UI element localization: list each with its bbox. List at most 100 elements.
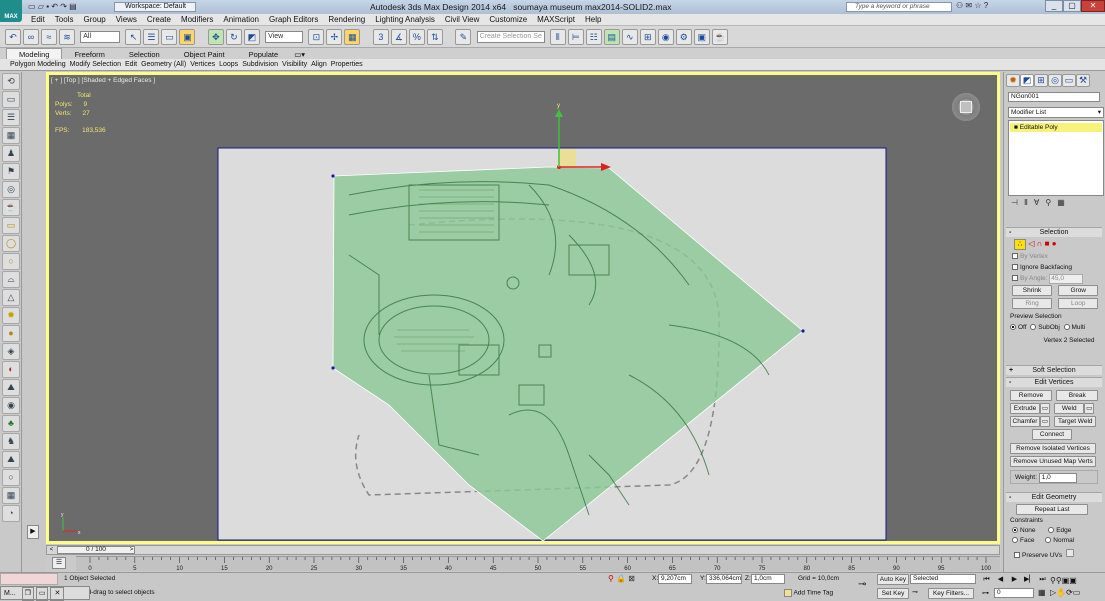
render-production-icon[interactable]: ☕ bbox=[711, 29, 728, 45]
capsule-icon[interactable]: ◐ bbox=[2, 361, 20, 378]
remove-isolated-vertices-button[interactable]: Remove Isolated Vertices bbox=[1010, 443, 1096, 454]
track-bar-menu-icon[interactable]: ☰ bbox=[52, 557, 66, 569]
unlink-icon[interactable]: ≈ bbox=[41, 29, 57, 45]
display-tab-icon[interactable]: ▭ bbox=[1062, 74, 1076, 87]
panel-subdivision[interactable]: Subdivision bbox=[240, 59, 280, 71]
vertex-level-icon[interactable]: ∴ bbox=[1014, 239, 1026, 250]
modifier-list-dropdown[interactable]: Modifier List ▾ bbox=[1008, 107, 1104, 118]
set-key-button[interactable]: Set Key bbox=[877, 588, 909, 599]
panel-visibility[interactable]: Visibility bbox=[280, 59, 309, 71]
panel-vertices[interactable]: Vertices bbox=[188, 59, 217, 71]
time-slider[interactable]: < 0 / 100 > bbox=[46, 545, 1000, 555]
extrude-settings-button[interactable]: ▭ bbox=[1040, 403, 1050, 414]
remove-unused-map-verts-button[interactable]: Remove Unused Map Verts bbox=[1010, 456, 1096, 467]
terrain-icon[interactable]: ⛰ bbox=[2, 451, 20, 468]
teapot-icon[interactable]: ☕ bbox=[2, 199, 20, 216]
grid-icon[interactable]: ▦ bbox=[2, 487, 20, 504]
edit-named-selection-icon[interactable]: ✎ bbox=[455, 29, 472, 45]
weight-spinner[interactable]: 1,0 bbox=[1038, 473, 1077, 483]
cycle-icon[interactable]: ◔ bbox=[2, 505, 20, 522]
current-frame-field[interactable]: 0 bbox=[994, 588, 1034, 598]
by-angle-spinner[interactable]: 45,0 bbox=[1049, 274, 1084, 284]
extrude-button[interactable]: Extrude bbox=[1010, 403, 1040, 414]
modify-tab-icon[interactable]: ◩ bbox=[1020, 74, 1034, 87]
cone-icon[interactable]: △ bbox=[2, 289, 20, 306]
motion-tab-icon[interactable]: ◎ bbox=[1048, 74, 1062, 87]
torus-icon[interactable]: ○ bbox=[2, 253, 20, 270]
constraint-none-radio[interactable]: None bbox=[1012, 527, 1036, 534]
go-to-start-button[interactable]: ⏮ bbox=[982, 575, 991, 584]
walk-icon[interactable]: ⚑ bbox=[2, 163, 20, 180]
menu-animation[interactable]: Animation bbox=[218, 14, 264, 26]
weld-button[interactable]: Weld bbox=[1054, 403, 1085, 414]
select-manipulate-icon[interactable]: ✢ bbox=[326, 29, 343, 45]
menu-civil-view[interactable]: Civil View bbox=[440, 14, 485, 26]
selection-lock-icon[interactable]: 🔒 bbox=[616, 574, 626, 583]
ignore-backfacing-checkbox[interactable]: Ignore Backfacing bbox=[1004, 262, 1104, 273]
tube-icon[interactable]: ⌓ bbox=[2, 271, 20, 288]
sphere-icon[interactable]: ● bbox=[2, 325, 20, 342]
connect-button[interactable]: Connect bbox=[1032, 429, 1072, 440]
panel-loops[interactable]: Loops bbox=[217, 59, 240, 71]
chamfer-settings-button[interactable]: ▭ bbox=[1040, 416, 1050, 427]
key-mode-dropdown[interactable]: Selected bbox=[910, 574, 976, 584]
box-icon[interactable]: ▭ bbox=[2, 217, 20, 234]
bind-spacewarp-icon[interactable]: ≋ bbox=[59, 29, 75, 45]
panel-align[interactable]: Align bbox=[309, 59, 329, 71]
toolbar-expand-button[interactable]: ▶ bbox=[27, 525, 39, 539]
hierarchy-tab-icon[interactable]: ⊞ bbox=[1034, 74, 1048, 87]
communication-icon[interactable]: ✉ bbox=[965, 1, 972, 10]
menu-views[interactable]: Views bbox=[111, 14, 142, 26]
restore-button[interactable]: ▢ bbox=[1063, 0, 1081, 12]
x-coordinate-field[interactable]: 9,207cm bbox=[658, 574, 692, 584]
by-vertex-checkbox[interactable]: By Vertex bbox=[1004, 251, 1104, 262]
select-object-icon[interactable]: ↖ bbox=[125, 29, 142, 45]
material-editor-icon[interactable]: ◉ bbox=[657, 29, 674, 45]
select-scale-icon[interactable]: ◩ bbox=[243, 29, 260, 45]
angle-snap-icon[interactable]: ∡ bbox=[390, 29, 407, 45]
help-search-input[interactable]: Type a keyword or phrase bbox=[846, 2, 952, 12]
time-configuration-icon[interactable]: ▦ bbox=[1038, 588, 1046, 597]
time-slider-thumb[interactable]: 0 / 100 bbox=[57, 546, 135, 554]
auto-key-button[interactable]: Auto Key bbox=[877, 574, 909, 585]
curve-editor-icon[interactable]: ∿ bbox=[621, 29, 638, 45]
reference-coordinate-dropdown[interactable]: View bbox=[265, 31, 304, 43]
element-level-icon[interactable]: ● bbox=[1052, 239, 1057, 248]
viewport-top[interactable]: [ + ] [Top ] [Shaded + Edged Faces ] Tot… bbox=[46, 72, 1000, 544]
plane-icon[interactable]: ◈ bbox=[2, 343, 20, 360]
y-coordinate-field[interactable]: 336,064cm bbox=[706, 574, 742, 584]
pivot-center-icon[interactable]: ⊡ bbox=[308, 29, 325, 45]
favorites-icon[interactable]: ☆ bbox=[974, 1, 981, 10]
taskbar-close-button[interactable]: ✕ bbox=[50, 587, 65, 601]
panel-modify-selection[interactable]: Modify Selection bbox=[68, 59, 123, 71]
next-frame-button[interactable]: ▶▏ bbox=[1024, 575, 1035, 584]
by-angle-checkbox[interactable]: By Angle: 45,0 bbox=[1004, 273, 1104, 284]
toggle-ribbon-icon[interactable]: ▤ bbox=[603, 29, 620, 45]
rotate-tool-icon[interactable]: ⟲ bbox=[2, 73, 20, 90]
rollout-selection[interactable]: - Selection bbox=[1006, 227, 1102, 237]
binoculars-icon[interactable]: ⚇ bbox=[956, 1, 963, 10]
play-button[interactable]: ▶ bbox=[1010, 575, 1019, 584]
shrink-button[interactable]: Shrink bbox=[1012, 285, 1052, 296]
redo-icon[interactable]: ↷ bbox=[60, 2, 67, 11]
selection-filter-dropdown[interactable]: All bbox=[80, 31, 121, 43]
new-file-icon[interactable]: ▭ bbox=[28, 2, 36, 11]
foliage-icon[interactable]: ♣ bbox=[2, 415, 20, 432]
add-time-tag[interactable]: Add Time Tag bbox=[784, 589, 833, 597]
geosphere-icon[interactable]: ◉ bbox=[2, 397, 20, 414]
window-crossing-icon[interactable]: ▣ bbox=[179, 29, 196, 45]
edge-level-icon[interactable]: ◁ bbox=[1028, 239, 1034, 248]
pan-icon[interactable]: ✋ bbox=[1056, 588, 1066, 597]
zoom-extents-all-icon[interactable]: ▣ bbox=[1069, 576, 1077, 585]
layers-icon[interactable]: ☰ bbox=[2, 109, 20, 126]
layer-explorer-icon[interactable]: ☷ bbox=[585, 29, 602, 45]
menu-create[interactable]: Create bbox=[142, 14, 176, 26]
keyboard-shortcut-icon[interactable]: ▦ bbox=[344, 29, 361, 45]
orbit-icon[interactable]: ⟳ bbox=[1066, 588, 1073, 597]
break-button[interactable]: Break bbox=[1056, 390, 1099, 401]
create-tab-icon[interactable]: ✹ bbox=[1006, 74, 1020, 87]
absolute-mode-icon[interactable]: ⊠ bbox=[628, 574, 635, 583]
panel-edit[interactable]: Edit bbox=[123, 59, 139, 71]
named-selection-set-dropdown[interactable]: Create Selection Se bbox=[476, 31, 545, 43]
track-bar[interactable]: 0 5 10 15 20 25 30 35 40 45 50 55 60 65 70 75 80 85 90 95 10… bbox=[76, 556, 1000, 572]
